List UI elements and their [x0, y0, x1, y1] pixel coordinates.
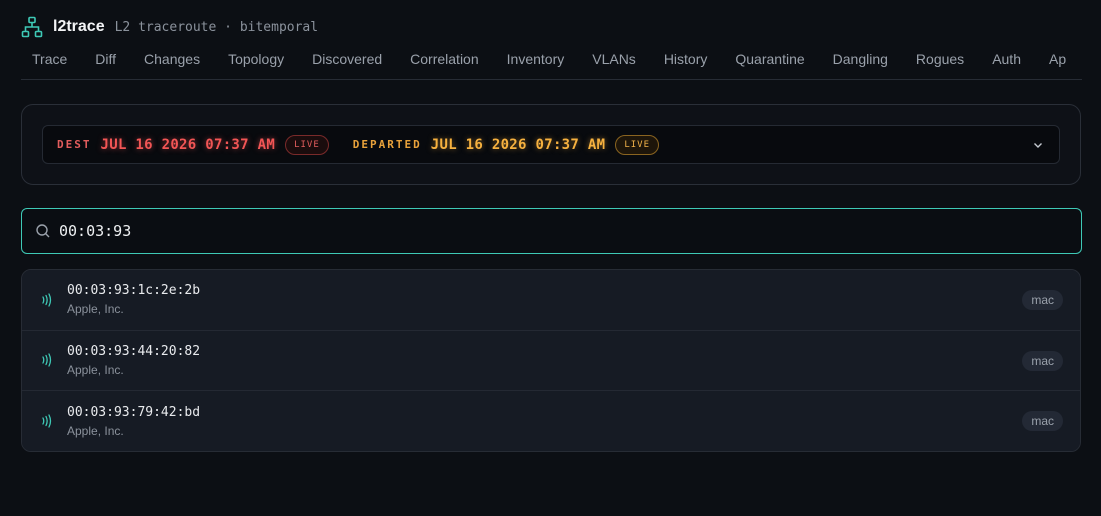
list-item[interactable]: 00:03:93:79:42:bd Apple, Inc. mac — [22, 391, 1080, 451]
tab-inventory[interactable]: Inventory — [507, 48, 565, 70]
type-badge: mac — [1022, 411, 1063, 431]
tab-discovered[interactable]: Discovered — [312, 48, 382, 70]
tab-dangling[interactable]: Dangling — [833, 48, 888, 70]
result-vendor: Apple, Inc. — [67, 302, 124, 317]
tab-topology[interactable]: Topology — [228, 48, 284, 70]
type-badge: mac — [1022, 350, 1063, 371]
result-mac: 00:03:93:79:42:bd — [67, 404, 201, 420]
search-results: 00:03:93:1c:2e:2b Apple, Inc. mac 00:03:… — [21, 269, 1081, 452]
departed-timestamp: JUL 16 2026 07:37 AM — [430, 136, 606, 153]
result-text: 00:03:93:1c:2e:2b Apple, Inc. — [67, 283, 200, 316]
result-text: 00:03:93:79:42:bd Apple, Inc. — [67, 405, 200, 438]
departed-live-badge: LIVE — [615, 134, 660, 155]
time-travel-panel: DEST JUL 16 2026 07:37 AM LIVE DEPARTED … — [21, 104, 1081, 185]
result-vendor: Apple, Inc. — [67, 423, 124, 438]
departed-label: DEPARTED — [352, 138, 422, 151]
dest-label: DEST — [57, 138, 92, 151]
result-mac: 00:03:93:1c:2e:2b — [67, 283, 201, 299]
app-title: l2trace — [53, 18, 105, 35]
brand: l2trace L2 traceroute · bitemporal — [21, 15, 318, 39]
result-text: 00:03:93:44:20:82 Apple, Inc. — [67, 344, 200, 377]
wireless-signal-icon — [40, 352, 56, 368]
app-subtitle: L2 traceroute · bitemporal — [114, 19, 319, 35]
app-root: l2trace L2 traceroute · bitemporal Trace… — [0, 0, 1101, 516]
chevron-down-icon[interactable] — [1031, 138, 1045, 152]
result-mac: 00:03:93:44:20:82 — [67, 343, 201, 359]
network-tree-icon — [21, 16, 43, 38]
wireless-signal-icon — [40, 413, 56, 429]
tab-ap[interactable]: Ap — [1049, 48, 1066, 70]
result-vendor: Apple, Inc. — [67, 362, 124, 377]
tab-changes[interactable]: Changes — [144, 48, 200, 70]
dest-timestamp: JUL 16 2026 07:37 AM — [100, 136, 276, 153]
tab-trace[interactable]: Trace — [32, 48, 67, 70]
search-input[interactable] — [59, 222, 959, 240]
dest-live-badge: LIVE — [285, 134, 329, 155]
time-bar[interactable]: DEST JUL 16 2026 07:37 AM LIVE DEPARTED … — [42, 125, 1060, 164]
tab-bar: Trace Diff Changes Topology Discovered C… — [21, 48, 1082, 80]
type-badge: mac — [1022, 290, 1063, 310]
tab-quarantine[interactable]: Quarantine — [735, 48, 804, 70]
tab-vlans[interactable]: VLANs — [592, 48, 636, 70]
tab-auth[interactable]: Auth — [992, 48, 1021, 70]
tab-history[interactable]: History — [664, 48, 708, 70]
tab-rogues[interactable]: Rogues — [916, 48, 964, 70]
list-item[interactable]: 00:03:93:44:20:82 Apple, Inc. mac — [22, 330, 1080, 391]
list-item[interactable]: 00:03:93:1c:2e:2b Apple, Inc. mac — [22, 270, 1080, 331]
search-box — [21, 208, 1082, 254]
wireless-signal-icon — [40, 292, 56, 308]
tab-diff[interactable]: Diff — [95, 48, 116, 70]
tab-correlation[interactable]: Correlation — [410, 48, 478, 70]
search-icon — [35, 223, 51, 239]
